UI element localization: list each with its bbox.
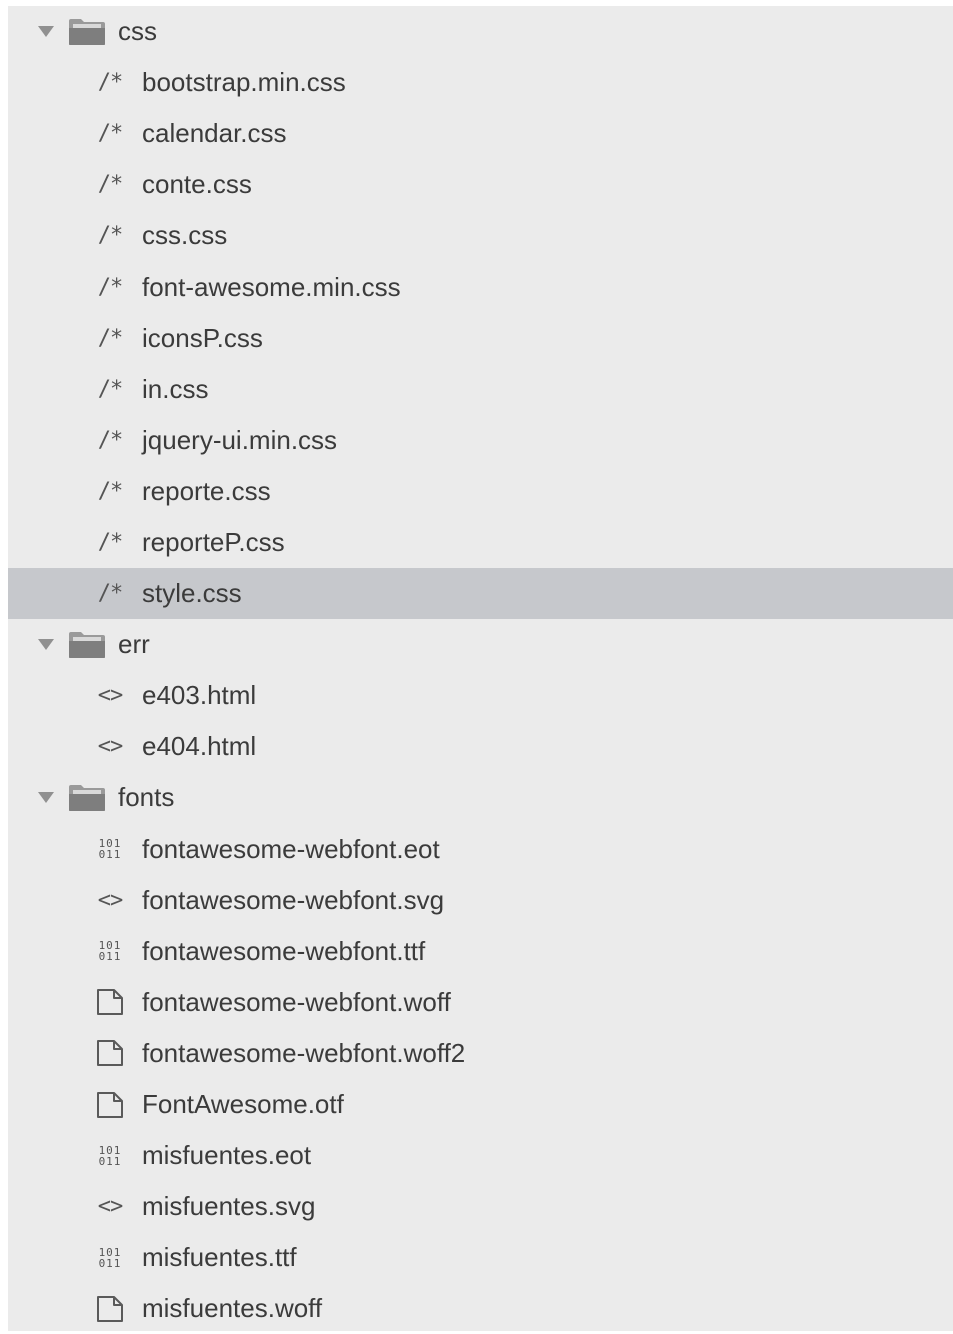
file-row-reportep-css[interactable]: /* reporteP.css — [8, 517, 953, 568]
file-row-misfuentes-woff[interactable]: misfuentes.woff — [8, 1283, 953, 1334]
file-row-fontawesome-webfont-eot[interactable]: 101 011 fontawesome-webfont.eot — [8, 824, 953, 875]
generic-file-icon — [92, 1294, 128, 1324]
css-comment-icon: /* — [97, 274, 123, 300]
chevron-down-icon[interactable] — [38, 792, 54, 804]
folder-label: err — [118, 629, 150, 660]
file-row-style-css[interactable]: /* style.css — [8, 568, 953, 620]
file-label: calendar.css — [142, 118, 287, 149]
file-label: fontawesome-webfont.woff — [142, 986, 451, 1017]
file-row-misfuentes-svg[interactable]: <> misfuentes.svg — [8, 1181, 953, 1232]
file-row-in-css[interactable]: /* in.css — [8, 364, 953, 415]
css-comment-icon: /* — [97, 376, 123, 402]
file-row-misfuentes-ttf[interactable]: 101 011 misfuentes.ttf — [8, 1232, 953, 1283]
file-label: e403.html — [142, 680, 257, 711]
file-row-font-awesome-min-css[interactable]: /* font-awesome.min.css — [8, 261, 953, 312]
file-row-fontawesome-webfont-woff2[interactable]: fontawesome-webfont.woff2 — [8, 1028, 953, 1079]
file-label: jquery-ui.min.css — [142, 424, 338, 455]
chevron-down-icon[interactable] — [38, 639, 54, 651]
file-label: misfuentes.eot — [142, 1140, 312, 1171]
binary-file-icon: 101 011 — [98, 1143, 122, 1168]
file-label: fontawesome-webfont.svg — [142, 884, 445, 915]
css-comment-icon: /* — [97, 70, 123, 96]
file-label: in.css — [142, 373, 209, 404]
css-comment-icon: /* — [97, 478, 123, 504]
file-label: FontAwesome.otf — [142, 1089, 344, 1120]
file-label: misfuentes.woff — [142, 1293, 323, 1324]
file-row-css-css[interactable]: /* css.css — [8, 210, 953, 261]
file-row-e403-html[interactable]: <> e403.html — [8, 670, 953, 721]
folder-icon — [68, 631, 106, 659]
code-brackets-icon: <> — [97, 683, 123, 709]
file-row-e404-html[interactable]: <> e404.html — [8, 721, 953, 772]
css-comment-icon: /* — [97, 325, 123, 351]
generic-file-icon — [92, 987, 128, 1017]
css-comment-icon: /* — [97, 121, 123, 147]
css-comment-icon: /* — [97, 172, 123, 198]
file-label: bootstrap.min.css — [142, 67, 346, 98]
css-comment-icon: /* — [97, 223, 123, 249]
file-label: iconsP.css — [142, 322, 263, 353]
code-brackets-icon: <> — [97, 1194, 123, 1220]
binary-file-icon: 101 011 — [98, 1245, 122, 1270]
file-row-conte-css[interactable]: /* conte.css — [8, 159, 953, 210]
code-brackets-icon: <> — [97, 734, 123, 760]
file-label: fontawesome-webfont.eot — [142, 833, 440, 864]
file-label: misfuentes.ttf — [142, 1242, 297, 1273]
file-row-calendar-css[interactable]: /* calendar.css — [8, 108, 953, 159]
folder-label: fonts — [118, 782, 175, 813]
file-row-fontawesome-webfont-woff[interactable]: fontawesome-webfont.woff — [8, 977, 953, 1028]
file-row-misfuentes-eot[interactable]: 101 011 misfuentes.eot — [8, 1130, 953, 1181]
binary-file-icon: 101 011 — [98, 939, 122, 964]
file-label: fontawesome-webfont.woff2 — [142, 1037, 466, 1068]
css-comment-icon: /* — [97, 427, 123, 453]
binary-file-icon: 101 011 — [98, 837, 122, 862]
file-label: e404.html — [142, 731, 257, 762]
chevron-down-icon[interactable] — [38, 26, 54, 38]
file-row-fontawesome-otf[interactable]: FontAwesome.otf — [8, 1079, 953, 1130]
folder-icon — [68, 784, 106, 812]
file-label: reporte.css — [142, 475, 271, 506]
file-row-jquery-ui-min-css[interactable]: /* jquery-ui.min.css — [8, 415, 953, 466]
file-label: misfuentes.svg — [142, 1191, 316, 1222]
file-label: conte.css — [142, 169, 252, 200]
file-label: fontawesome-webfont.ttf — [142, 935, 426, 966]
folder-row-err[interactable]: err — [8, 619, 953, 670]
generic-file-icon — [92, 1038, 128, 1068]
css-comment-icon: /* — [97, 529, 123, 555]
folder-row-css[interactable]: css — [8, 6, 953, 57]
folder-label: css — [118, 16, 157, 47]
folder-row-fonts[interactable]: fonts — [8, 772, 953, 823]
file-label: style.css — [142, 578, 242, 609]
css-comment-icon: /* — [97, 581, 123, 607]
file-tree-panel: css /* bootstrap.min.css /* calendar.css /* co… — [8, 6, 953, 1331]
file-row-fontawesome-webfont-svg[interactable]: <> fontawesome-webfont.svg — [8, 875, 953, 926]
file-label: css.css — [142, 220, 228, 251]
file-label: font-awesome.min.css — [142, 271, 401, 302]
generic-file-icon — [92, 1090, 128, 1120]
code-brackets-icon: <> — [97, 887, 123, 913]
file-row-reporte-css[interactable]: /* reporte.css — [8, 466, 953, 517]
folder-icon — [68, 18, 106, 46]
file-row-iconsp-css[interactable]: /* iconsP.css — [8, 313, 953, 364]
file-label: reporteP.css — [142, 526, 285, 557]
file-row-fontawesome-webfont-ttf[interactable]: 101 011 fontawesome-webfont.ttf — [8, 926, 953, 977]
file-row-bootstrap-min-css[interactable]: /* bootstrap.min.css — [8, 57, 953, 108]
